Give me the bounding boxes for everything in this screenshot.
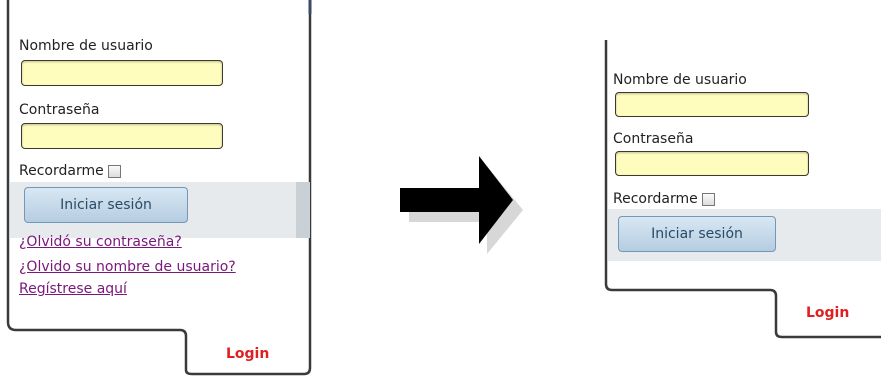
username-input[interactable]: [21, 60, 223, 86]
right-arrow-icon: [400, 156, 523, 254]
password-input[interactable]: [615, 151, 809, 176]
login-button[interactable]: Iniciar sesión: [618, 216, 776, 252]
register-link[interactable]: Regístrese aquí: [19, 281, 127, 297]
remember-row: Recordarme: [613, 191, 715, 207]
panel-frame-after: [604, 40, 881, 339]
remember-checkbox[interactable]: [107, 164, 121, 178]
login-panel-after: Nombre de usuario Contraseña Recordarme …: [600, 40, 881, 376]
login-tab[interactable]: Login: [806, 305, 849, 321]
login-button[interactable]: Iniciar sesión: [24, 187, 188, 223]
forgot-username-link[interactable]: ¿Olvido su nombre de usuario?: [19, 259, 236, 275]
login-tab[interactable]: Login: [226, 346, 269, 362]
remember-row: Recordarme: [19, 163, 121, 179]
username-label: Nombre de usuario: [613, 72, 747, 88]
band-shadow: [296, 182, 310, 238]
login-panel-before: Nombre de usuario Contraseña Recordarme …: [0, 0, 320, 376]
username-label: Nombre de usuario: [19, 38, 153, 54]
remember-label: Recordarme: [613, 191, 698, 207]
password-label: Contraseña: [19, 102, 100, 118]
password-input[interactable]: [21, 123, 223, 149]
remember-checkbox[interactable]: [701, 192, 715, 206]
forgot-password-link[interactable]: ¿Olvidó su contraseña?: [19, 234, 182, 250]
remember-label: Recordarme: [19, 163, 104, 179]
password-label: Contraseña: [613, 131, 694, 147]
username-input[interactable]: [615, 92, 809, 117]
